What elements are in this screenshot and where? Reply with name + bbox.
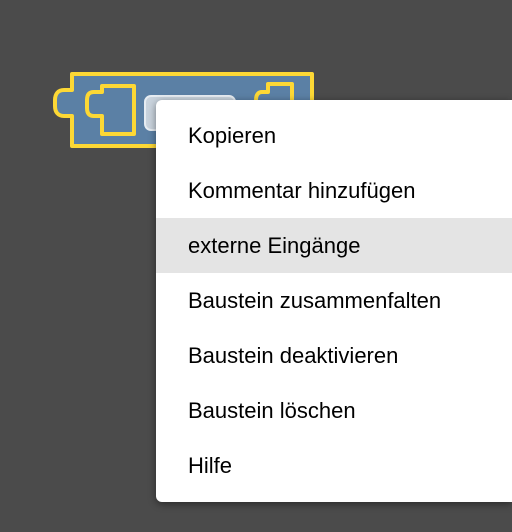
menu-item-external-inputs[interactable]: externe Eingänge — [156, 218, 512, 273]
menu-item-add-comment[interactable]: Kommentar hinzufügen — [156, 163, 512, 218]
menu-item-copy[interactable]: Kopieren — [156, 108, 512, 163]
menu-item-collapse-block[interactable]: Baustein zusammenfalten — [156, 273, 512, 328]
menu-item-delete-block[interactable]: Baustein löschen — [156, 383, 512, 438]
menu-item-help[interactable]: Hilfe — [156, 438, 512, 493]
block-context-menu: Kopieren Kommentar hinzufügen externe Ei… — [156, 100, 512, 502]
menu-item-disable-block[interactable]: Baustein deaktivieren — [156, 328, 512, 383]
blockly-workspace[interactable]: Kopieren Kommentar hinzufügen externe Ei… — [0, 0, 512, 532]
